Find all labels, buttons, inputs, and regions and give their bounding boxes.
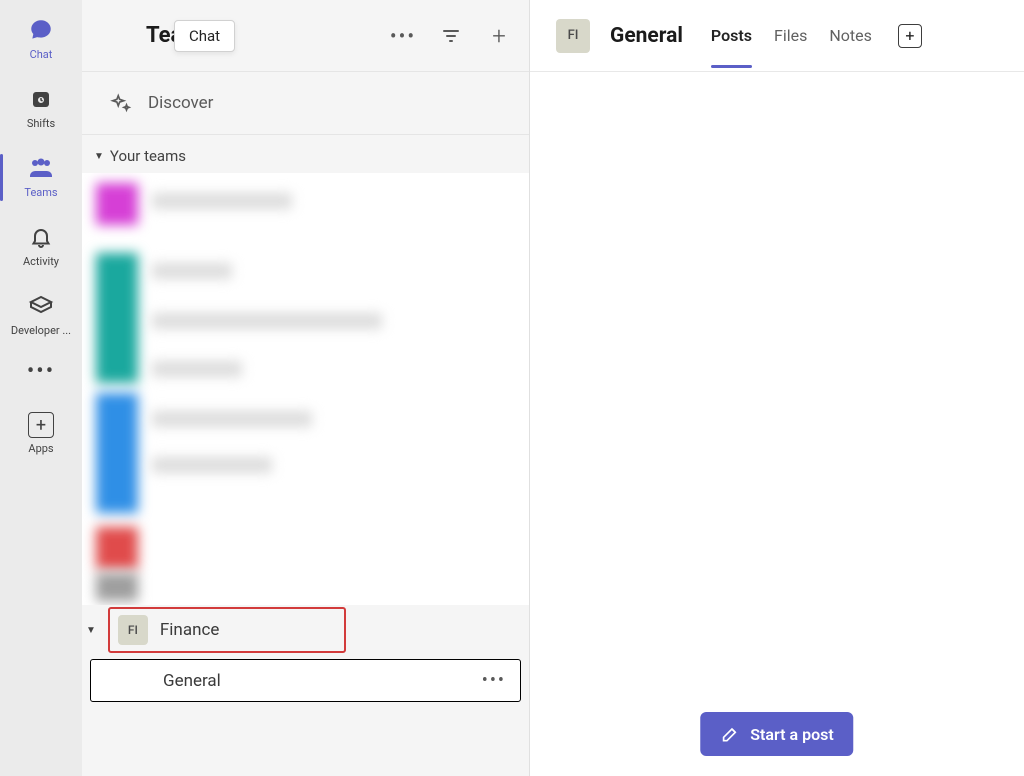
your-teams-label: Your teams	[110, 147, 186, 165]
main-header: FI General Posts Files Notes +	[530, 0, 1024, 72]
create-team-icon[interactable]: +	[487, 24, 511, 48]
tab-files[interactable]: Files	[774, 4, 807, 67]
start-post-label: Start a post	[750, 725, 833, 744]
rail-activity[interactable]: Activity	[0, 215, 82, 278]
people-icon	[27, 154, 55, 182]
panel-header: Teams ••• +	[82, 0, 529, 72]
rail-developer[interactable]: Developer ...	[0, 284, 82, 347]
chevron-down-icon: ▼	[94, 151, 104, 162]
developer-icon	[27, 292, 55, 320]
blurred-teams-list	[82, 173, 529, 605]
channel-tabs: Posts Files Notes	[711, 4, 872, 67]
rail-activity-label: Activity	[23, 255, 59, 268]
rail-chat[interactable]: Chat	[0, 8, 82, 71]
rail-apps[interactable]: + Apps	[0, 404, 82, 465]
rail-chat-label: Chat	[30, 48, 53, 61]
chat-tooltip: Chat	[174, 20, 235, 52]
start-post-button[interactable]: Start a post	[700, 712, 853, 756]
rail-teams[interactable]: Teams	[0, 146, 82, 209]
rail-shifts-label: Shifts	[27, 117, 55, 130]
bell-icon	[27, 223, 55, 251]
discover-row[interactable]: Discover	[82, 72, 529, 135]
team-avatar: FI	[118, 615, 148, 645]
sparkle-icon	[110, 92, 132, 114]
tab-posts[interactable]: Posts	[711, 4, 752, 67]
rail-apps-label: Apps	[28, 442, 53, 455]
clock-icon	[27, 85, 55, 113]
main-content: FI General Posts Files Notes + Start a p…	[530, 0, 1024, 776]
channel-title: General	[610, 24, 683, 48]
rail-more[interactable]: •••	[27, 353, 55, 398]
discover-label: Discover	[148, 93, 213, 113]
rail-developer-label: Developer ...	[11, 324, 71, 337]
posts-area: Start a post	[530, 72, 1024, 776]
channel-avatar: FI	[556, 19, 590, 53]
channel-more-icon[interactable]: •••	[482, 670, 506, 691]
your-teams-header[interactable]: ▼ Your teams	[82, 135, 529, 173]
compose-icon	[720, 724, 740, 744]
team-name: Finance	[160, 620, 219, 640]
app-rail: Chat Shifts Teams Activity Developer ...	[0, 0, 82, 776]
channel-row-general[interactable]: General •••	[90, 659, 521, 702]
team-row-finance[interactable]: FI Finance	[108, 607, 346, 653]
tab-notes[interactable]: Notes	[829, 4, 872, 67]
rail-teams-label: Teams	[24, 186, 57, 199]
chat-icon	[27, 16, 55, 44]
chevron-down-icon[interactable]: ▼	[86, 625, 96, 636]
filter-icon[interactable]	[439, 24, 463, 48]
rail-shifts[interactable]: Shifts	[0, 77, 82, 140]
teams-panel: Chat Teams ••• + Discover ▼ Your teams	[82, 0, 530, 776]
channel-name: General	[163, 671, 221, 691]
apps-icon: +	[28, 412, 54, 438]
add-tab-icon[interactable]: +	[898, 24, 922, 48]
panel-title: Teams	[100, 23, 391, 48]
panel-more-icon[interactable]: •••	[391, 24, 415, 48]
